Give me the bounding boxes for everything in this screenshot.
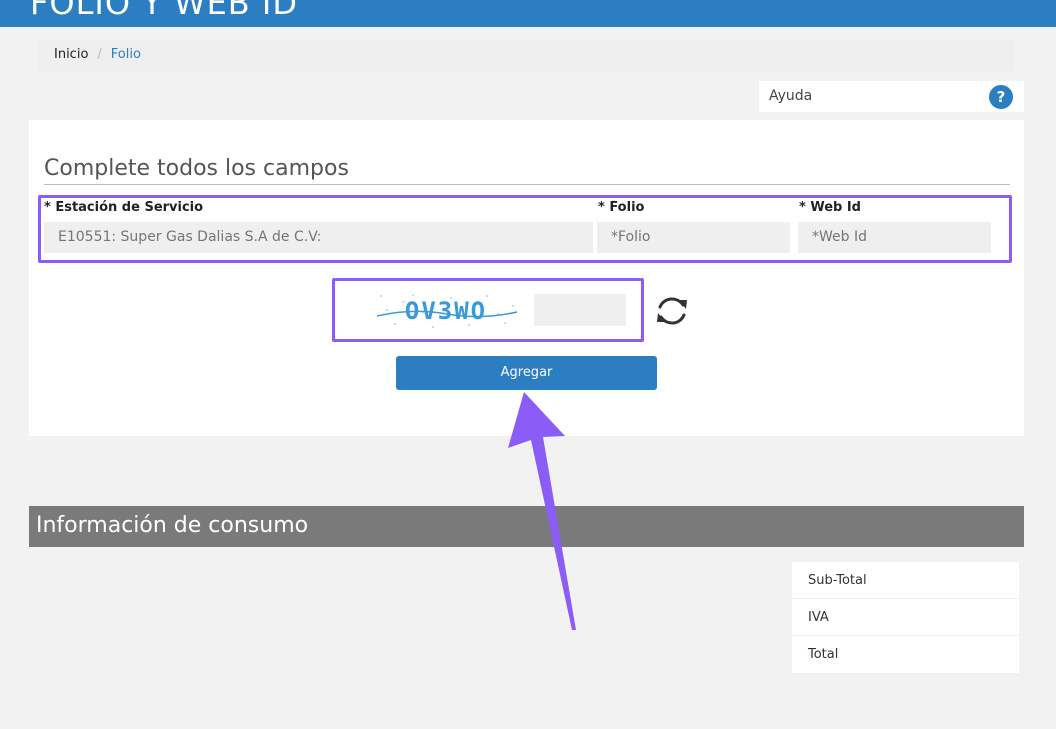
station-field[interactable]: [44, 222, 593, 253]
help-label: Ayuda: [769, 88, 813, 104]
breadcrumb-separator: /: [97, 47, 102, 62]
captcha-input[interactable]: [534, 294, 626, 326]
form-heading: Complete todos los campos: [44, 156, 1010, 185]
help-box[interactable]: Ayuda ?: [759, 81, 1024, 112]
folio-field[interactable]: [597, 222, 790, 253]
consumo-header: Información de consumo: [29, 506, 1024, 547]
question-icon[interactable]: ?: [989, 85, 1013, 109]
agregar-button[interactable]: Agregar: [396, 356, 657, 390]
totals-row-total: Total: [808, 647, 839, 662]
webid-field[interactable]: [798, 222, 991, 253]
folio-label: * Folio: [598, 200, 645, 215]
consumo-title: Información de consumo: [36, 513, 309, 538]
page-title: FOLIO Y WEB ID: [30, 0, 298, 22]
totals-table: Sub-Total IVA Total: [792, 562, 1019, 673]
station-label: * Estación de Servicio: [44, 200, 204, 215]
refresh-icon[interactable]: [653, 292, 691, 330]
webid-label: * Web Id: [799, 200, 861, 215]
form-panel: Complete todos los campos * Estación de …: [29, 120, 1024, 436]
breadcrumb-current[interactable]: Folio: [111, 47, 141, 62]
totals-row-iva: IVA: [792, 599, 1019, 636]
breadcrumb-home-link[interactable]: Inicio: [54, 47, 88, 62]
top-header: FOLIO Y WEB ID: [0, 0, 1056, 27]
totals-row-subtotal: Sub-Total: [792, 562, 1019, 599]
breadcrumb: Inicio / Folio: [38, 39, 1014, 71]
captcha-image: OV3WO: [373, 290, 520, 332]
